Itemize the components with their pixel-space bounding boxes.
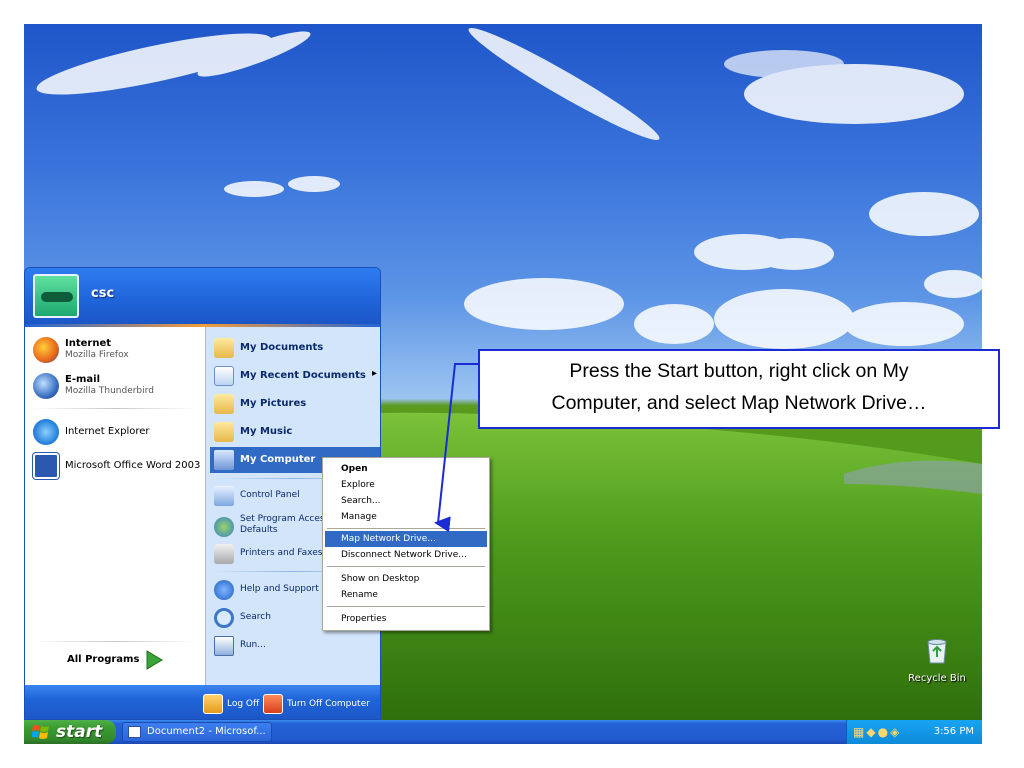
- ctx-separator-2: [327, 566, 485, 567]
- taskbar-word-button[interactable]: Document2 - Microsof...: [122, 722, 272, 742]
- program-access-label-1: Set Program Access: [240, 514, 330, 524]
- help-label: Help and Support: [240, 584, 319, 594]
- system-tray: ▦◆●◈ 3:56 PM: [846, 720, 982, 744]
- control-panel-label: Control Panel: [240, 490, 300, 500]
- pinned-internet[interactable]: Internet Mozilla Firefox: [31, 333, 201, 367]
- ctx-manage[interactable]: Manage: [325, 509, 487, 525]
- all-programs-label: All Programs: [67, 654, 140, 665]
- all-programs-separator: [33, 641, 197, 642]
- ctx-open[interactable]: Open: [325, 461, 487, 477]
- internet-explorer-icon: [33, 419, 59, 445]
- my-documents-label: My Documents: [240, 342, 324, 353]
- menu-my-recent-documents[interactable]: My Recent Documents ▸: [210, 363, 380, 389]
- recent-word[interactable]: Microsoft Office Word 2003: [31, 449, 201, 483]
- start-menu-left-pane: Internet Mozilla Firefox E-mail Mozilla …: [25, 327, 205, 685]
- windows-flag-icon: [32, 725, 49, 739]
- all-programs-arrow-icon: [146, 650, 163, 670]
- ctx-rename[interactable]: Rename: [325, 587, 487, 603]
- recycle-bin[interactable]: Recycle Bin: [902, 638, 972, 684]
- ctx-disconnect-network-drive[interactable]: Disconnect Network Drive...: [325, 547, 487, 563]
- user-name: csc: [91, 286, 115, 301]
- menu-my-pictures[interactable]: My Pictures: [210, 391, 380, 417]
- my-pictures-icon: [214, 394, 234, 414]
- log-off-icon: [203, 694, 223, 714]
- network-icon[interactable]: ▦: [853, 725, 866, 739]
- ctx-properties[interactable]: Properties: [325, 611, 487, 627]
- menu-my-documents[interactable]: My Documents: [210, 335, 380, 361]
- start-menu-footer: Log Off Turn Off Computer: [25, 685, 380, 719]
- instruction-callout: Press the Start button, right click on M…: [478, 349, 1000, 429]
- menu-run[interactable]: Run...: [210, 633, 380, 659]
- update-icon[interactable]: ◈: [890, 725, 901, 739]
- clock[interactable]: 3:56 PM: [934, 720, 974, 744]
- turn-off-label: Turn Off Computer: [287, 699, 370, 709]
- program-access-label-2: Defaults: [240, 525, 278, 535]
- run-icon: [214, 636, 234, 656]
- recent-word-label: Microsoft Office Word 2003: [65, 460, 201, 471]
- search-label: Search: [240, 612, 271, 622]
- user-avatar[interactable]: [33, 274, 79, 318]
- taskbar-word-label: Document2 - Microsof...: [147, 726, 266, 737]
- recent-internet-explorer[interactable]: Internet Explorer: [31, 415, 201, 449]
- printers-label: Printers and Faxes: [240, 548, 323, 558]
- submenu-arrow-icon: ▸: [372, 368, 378, 379]
- recent-ie-label: Internet Explorer: [65, 426, 150, 437]
- taskbar: start Document2 - Microsof... ▦◆●◈ 3:56 …: [24, 720, 982, 744]
- start-menu-header: csc: [25, 268, 380, 324]
- left-separator: [33, 408, 197, 409]
- ctx-separator-3: [327, 606, 485, 607]
- firefox-icon: [33, 337, 59, 363]
- pinned-email-subtitle: Mozilla Thunderbird: [65, 386, 154, 396]
- word-document-icon: [128, 726, 141, 738]
- control-panel-icon: [214, 486, 234, 506]
- shield-icon[interactable]: ◆: [866, 725, 877, 739]
- my-computer-icon: [214, 450, 234, 470]
- search-icon: [214, 608, 234, 628]
- context-menu: Open Explore Search... Manage Map Networ…: [322, 457, 490, 631]
- program-access-icon: [214, 517, 234, 537]
- help-icon: [214, 580, 234, 600]
- run-label: Run...: [240, 640, 266, 650]
- recycle-bin-label: Recycle Bin: [908, 673, 966, 684]
- ctx-map-network-drive[interactable]: Map Network Drive...: [325, 531, 487, 547]
- start-button[interactable]: start: [24, 720, 116, 744]
- pinned-internet-subtitle: Mozilla Firefox: [65, 350, 129, 360]
- avatar-logo-icon: [41, 292, 73, 302]
- recent-documents-icon: [214, 366, 234, 386]
- tray-icons[interactable]: ▦◆●◈: [853, 725, 901, 739]
- printer-icon: [214, 544, 234, 564]
- slide: Recycle Bin start Document2 - Microsof..…: [0, 0, 1024, 768]
- recycle-bin-icon: [927, 639, 947, 664]
- menu-my-music[interactable]: My Music: [210, 419, 380, 445]
- log-off-label: Log Off: [227, 699, 260, 709]
- recent-documents-label: My Recent Documents: [240, 370, 366, 381]
- my-computer-label: My Computer: [240, 454, 316, 465]
- start-label: start: [56, 722, 103, 742]
- thunderbird-icon: [33, 373, 59, 399]
- pinned-email[interactable]: E-mail Mozilla Thunderbird: [31, 369, 201, 403]
- power-icon: [263, 694, 283, 714]
- ctx-separator-1: [327, 528, 485, 529]
- antivirus-icon[interactable]: ●: [878, 725, 890, 739]
- ctx-show-on-desktop[interactable]: Show on Desktop: [325, 571, 487, 587]
- pinned-email-title: E-mail: [65, 374, 101, 385]
- ctx-explore[interactable]: Explore: [325, 477, 487, 493]
- pinned-internet-title: Internet: [65, 338, 112, 349]
- my-documents-icon: [214, 338, 234, 358]
- my-music-icon: [214, 422, 234, 442]
- all-programs-button[interactable]: All Programs: [25, 645, 205, 675]
- callout-line-2: Computer, and select Map Network Drive…: [551, 392, 927, 414]
- my-music-label: My Music: [240, 426, 293, 437]
- my-pictures-label: My Pictures: [240, 398, 307, 409]
- ctx-search[interactable]: Search...: [325, 493, 487, 509]
- callout-line-1: Press the Start button, right click on M…: [569, 360, 909, 382]
- word-icon: [33, 453, 59, 479]
